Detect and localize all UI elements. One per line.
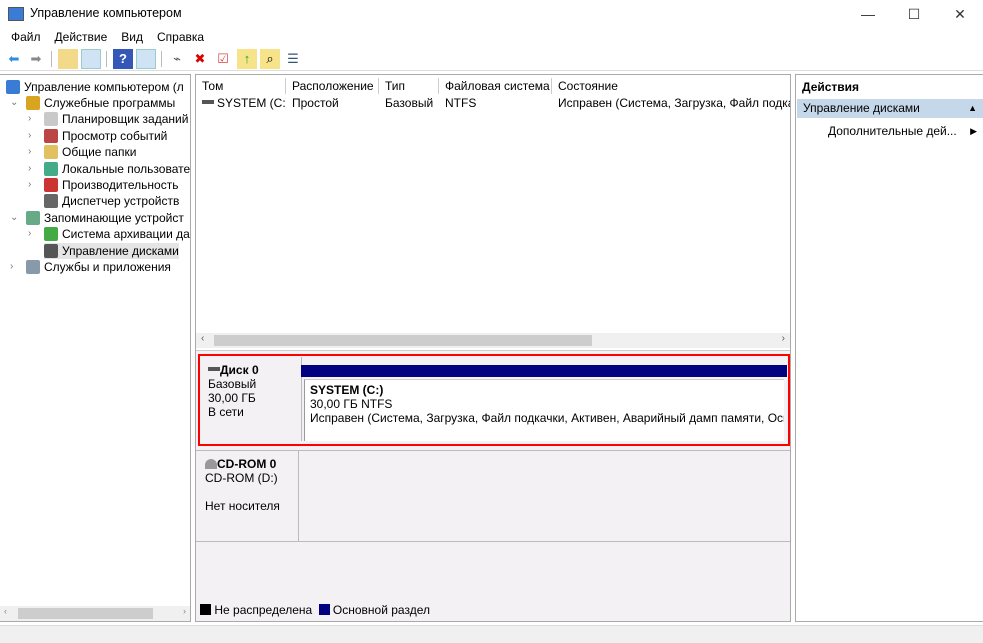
tree-item-label: Служебные программы (44, 96, 176, 110)
tree-item-icon (26, 96, 40, 110)
volume-list-horizontal-scrollbar[interactable]: ‹ › (196, 333, 790, 348)
legend-swatch-unallocated (200, 604, 211, 615)
legend: Не распределена Основной раздел (200, 603, 430, 617)
disk-management-pane: Том Расположение Тип Файловая система Со… (195, 74, 791, 622)
show-hide-action-pane-icon[interactable] (136, 49, 156, 69)
tree-item[interactable]: › Планировщик заданий (28, 111, 189, 127)
tree-item[interactable]: ⌄ Запоминающие устройст (10, 210, 184, 226)
tree-item-label: Запоминающие устройст (44, 210, 184, 225)
forward-arrow-icon[interactable]: ➡ (26, 49, 46, 69)
collapse-icon: ▲ (968, 103, 977, 113)
navigation-tree: Управление компьютером (л ⌄ Служебные про… (0, 74, 191, 622)
column-header-type[interactable]: Тип (379, 78, 439, 94)
back-arrow-icon[interactable]: ⬅ (4, 49, 24, 69)
chevron-right-icon[interactable]: › (28, 226, 38, 242)
tree-item[interactable]: Диспетчер устройств (44, 193, 179, 209)
close-button[interactable]: ✕ (937, 0, 983, 28)
minimize-button[interactable]: — (845, 0, 891, 28)
import-icon[interactable]: ↑ (237, 49, 257, 69)
tree-item-icon (44, 161, 58, 176)
chevron-right-icon[interactable]: › (28, 128, 38, 144)
tree-item-label: Планировщик заданий (62, 112, 189, 127)
cdrom-icon (205, 459, 217, 469)
actions-title: Действия (802, 80, 860, 94)
connect-icon[interactable]: ⌁ (167, 49, 187, 69)
delete-icon[interactable]: ✖ (190, 49, 210, 69)
partition-color-bar (301, 365, 787, 377)
tree-item[interactable]: › Общие папки (28, 144, 137, 160)
tree-item-icon (44, 227, 58, 242)
toolbar: ⬅ ➡ ? ⌁ ✖ ☑ ↑ ⌕ ☰ (0, 47, 983, 71)
chevron-right-icon[interactable]: › (10, 259, 20, 275)
tree-item-icon (44, 243, 58, 258)
disk-graphical-view: Диск 0 Базовый 30,00 ГБ В сети SYSTEM (C… (196, 350, 790, 621)
status-bar (0, 625, 983, 643)
menu-file[interactable]: Файл (4, 28, 48, 46)
tree-item-label: Локальные пользовате (62, 161, 191, 176)
up-folder-icon[interactable] (58, 49, 78, 69)
tree-item-label: Службы и приложения (44, 260, 171, 274)
cdrom-0-info[interactable]: CD-ROM 0 CD-ROM (D:) Нет носителя (197, 451, 299, 541)
tree-item-label: Производительность (62, 178, 179, 192)
tree-horizontal-scrollbar[interactable]: ‹ › (0, 606, 190, 621)
chevron-right-icon[interactable]: › (28, 177, 38, 193)
column-header-layout[interactable]: Расположение (286, 78, 379, 94)
tree-item-icon (44, 178, 58, 192)
partition-system-c[interactable]: SYSTEM (C:) 30,00 ГБ NTFS Исправен (Сист… (304, 379, 784, 441)
column-header-filesystem[interactable]: Файловая система (439, 78, 552, 94)
tree-item-icon (26, 260, 40, 274)
disk-icon (208, 367, 220, 371)
maximize-button[interactable]: ☐ (891, 0, 937, 28)
tree-item[interactable]: › Производительность (28, 177, 179, 193)
tree-item-icon (44, 194, 58, 209)
chevron-right-icon[interactable]: › (28, 161, 38, 177)
tree-item-icon (44, 145, 58, 160)
tree-item[interactable]: › Локальные пользовате (28, 161, 191, 177)
tree-item-label: Диспетчер устройств (62, 194, 180, 209)
menu-view[interactable]: Вид (114, 28, 150, 46)
tree-item[interactable]: › Система архивации да (28, 226, 190, 242)
tree-item-label: Общие папки (62, 145, 137, 160)
tree-item[interactable]: › Службы и приложения (10, 259, 171, 275)
column-header-volume[interactable]: Том (196, 78, 286, 94)
chevron-right-icon[interactable]: › (28, 111, 38, 127)
actions-section-disk-management[interactable]: Управление дисками ▲ (797, 99, 983, 118)
tree-item-label: Система архивации да (62, 227, 190, 242)
tree-item-icon (26, 210, 40, 225)
properties-icon[interactable]: ☑ (213, 49, 233, 69)
more-actions-item[interactable]: Дополнительные дей... ▶ (828, 123, 982, 139)
submenu-arrow-icon: ▶ (970, 126, 977, 136)
tree-item[interactable]: Управление дисками (44, 242, 179, 259)
disk-0-info[interactable]: Диск 0 Базовый 30,00 ГБ В сети (200, 357, 302, 441)
chevron-right-icon[interactable]: › (28, 144, 38, 160)
tree-item[interactable]: › Просмотр событий (28, 128, 168, 144)
chevron-down-icon[interactable]: ⌄ (10, 210, 20, 226)
help-icon[interactable]: ? (113, 49, 133, 69)
chevron-down-icon[interactable]: ⌄ (10, 95, 20, 111)
menu-help[interactable]: Справка (150, 28, 211, 46)
tree-item-label: Просмотр событий (62, 128, 168, 143)
menu-bar: Файл Действие Вид Справка (0, 28, 983, 46)
tree-item-label: Управление дисками (62, 243, 179, 258)
title-bar: Управление компьютером — ☐ ✕ (0, 0, 983, 28)
tree-item-icon (44, 112, 58, 127)
search-icon[interactable]: ⌕ (260, 49, 280, 69)
actions-pane: Действия Управление дисками ▲ Дополнитель… (795, 74, 983, 622)
tree-item-icon (44, 128, 58, 143)
computer-management-icon (6, 80, 20, 94)
tree-item[interactable]: ⌄ Служебные программы (10, 95, 176, 111)
computer-management-icon (8, 7, 24, 21)
list-icon[interactable]: ☰ (283, 49, 303, 69)
volume-icon (202, 100, 214, 104)
column-header-status[interactable]: Состояние (552, 78, 792, 94)
show-hide-tree-icon[interactable] (81, 49, 101, 69)
tree-root[interactable]: Управление компьютером (л (6, 79, 184, 95)
menu-action[interactable]: Действие (48, 28, 115, 46)
window-title: Управление компьютером (30, 6, 182, 20)
legend-swatch-primary (318, 604, 330, 615)
